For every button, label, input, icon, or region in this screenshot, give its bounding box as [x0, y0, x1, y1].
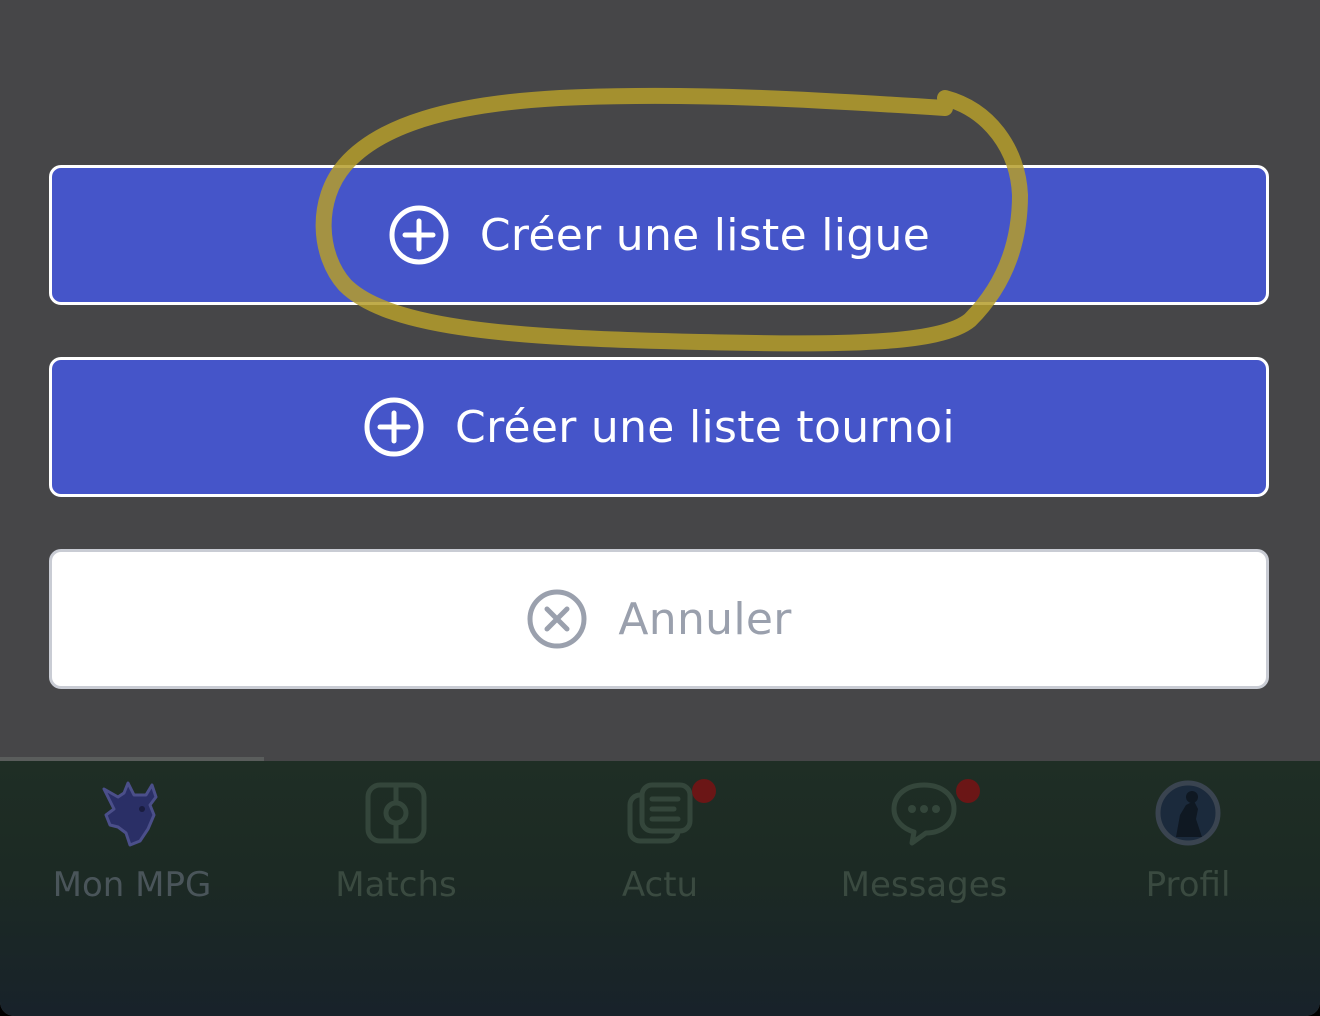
cancel-button[interactable]: Annuler	[49, 549, 1269, 689]
tab-profil[interactable]: Profil	[1056, 775, 1320, 925]
create-league-list-button[interactable]: Créer une liste ligue	[49, 165, 1269, 305]
tab-mon-mpg[interactable]: Mon MPG	[0, 775, 264, 925]
news-icon	[622, 775, 716, 851]
tab-label-messages: Messages	[840, 865, 1008, 905]
chat-icon	[886, 775, 980, 851]
bottom-tab-bar: Mon MPG Matchs Actu Messages Profil	[0, 757, 1320, 1016]
tab-matchs[interactable]: Matchs	[264, 775, 528, 925]
tab-label-profil: Profil	[1145, 865, 1231, 905]
tab-label-mon-mpg: Mon MPG	[52, 865, 212, 905]
x-circle-icon	[526, 588, 588, 650]
tab-messages[interactable]: Messages	[792, 775, 1056, 925]
avatar	[1150, 775, 1226, 851]
cancel-label: Annuler	[618, 593, 792, 645]
notification-badge	[956, 779, 980, 803]
create-tournament-list-button[interactable]: Créer une liste tournoi	[49, 357, 1269, 497]
create-league-list-label: Créer une liste ligue	[479, 209, 931, 261]
tab-label-actu: Actu	[621, 865, 699, 905]
tab-label-matchs: Matchs	[335, 865, 457, 905]
goat-icon	[94, 775, 170, 851]
plus-circle-icon	[388, 204, 450, 266]
pitch-icon	[358, 775, 434, 851]
create-tournament-list-label: Créer une liste tournoi	[455, 401, 955, 453]
notification-badge	[692, 779, 716, 803]
plus-circle-icon	[363, 396, 425, 458]
action-sheet-screen: Créer une liste ligue Créer une liste to…	[0, 0, 1320, 1016]
tab-actu[interactable]: Actu	[528, 775, 792, 925]
active-tab-indicator	[0, 757, 264, 761]
